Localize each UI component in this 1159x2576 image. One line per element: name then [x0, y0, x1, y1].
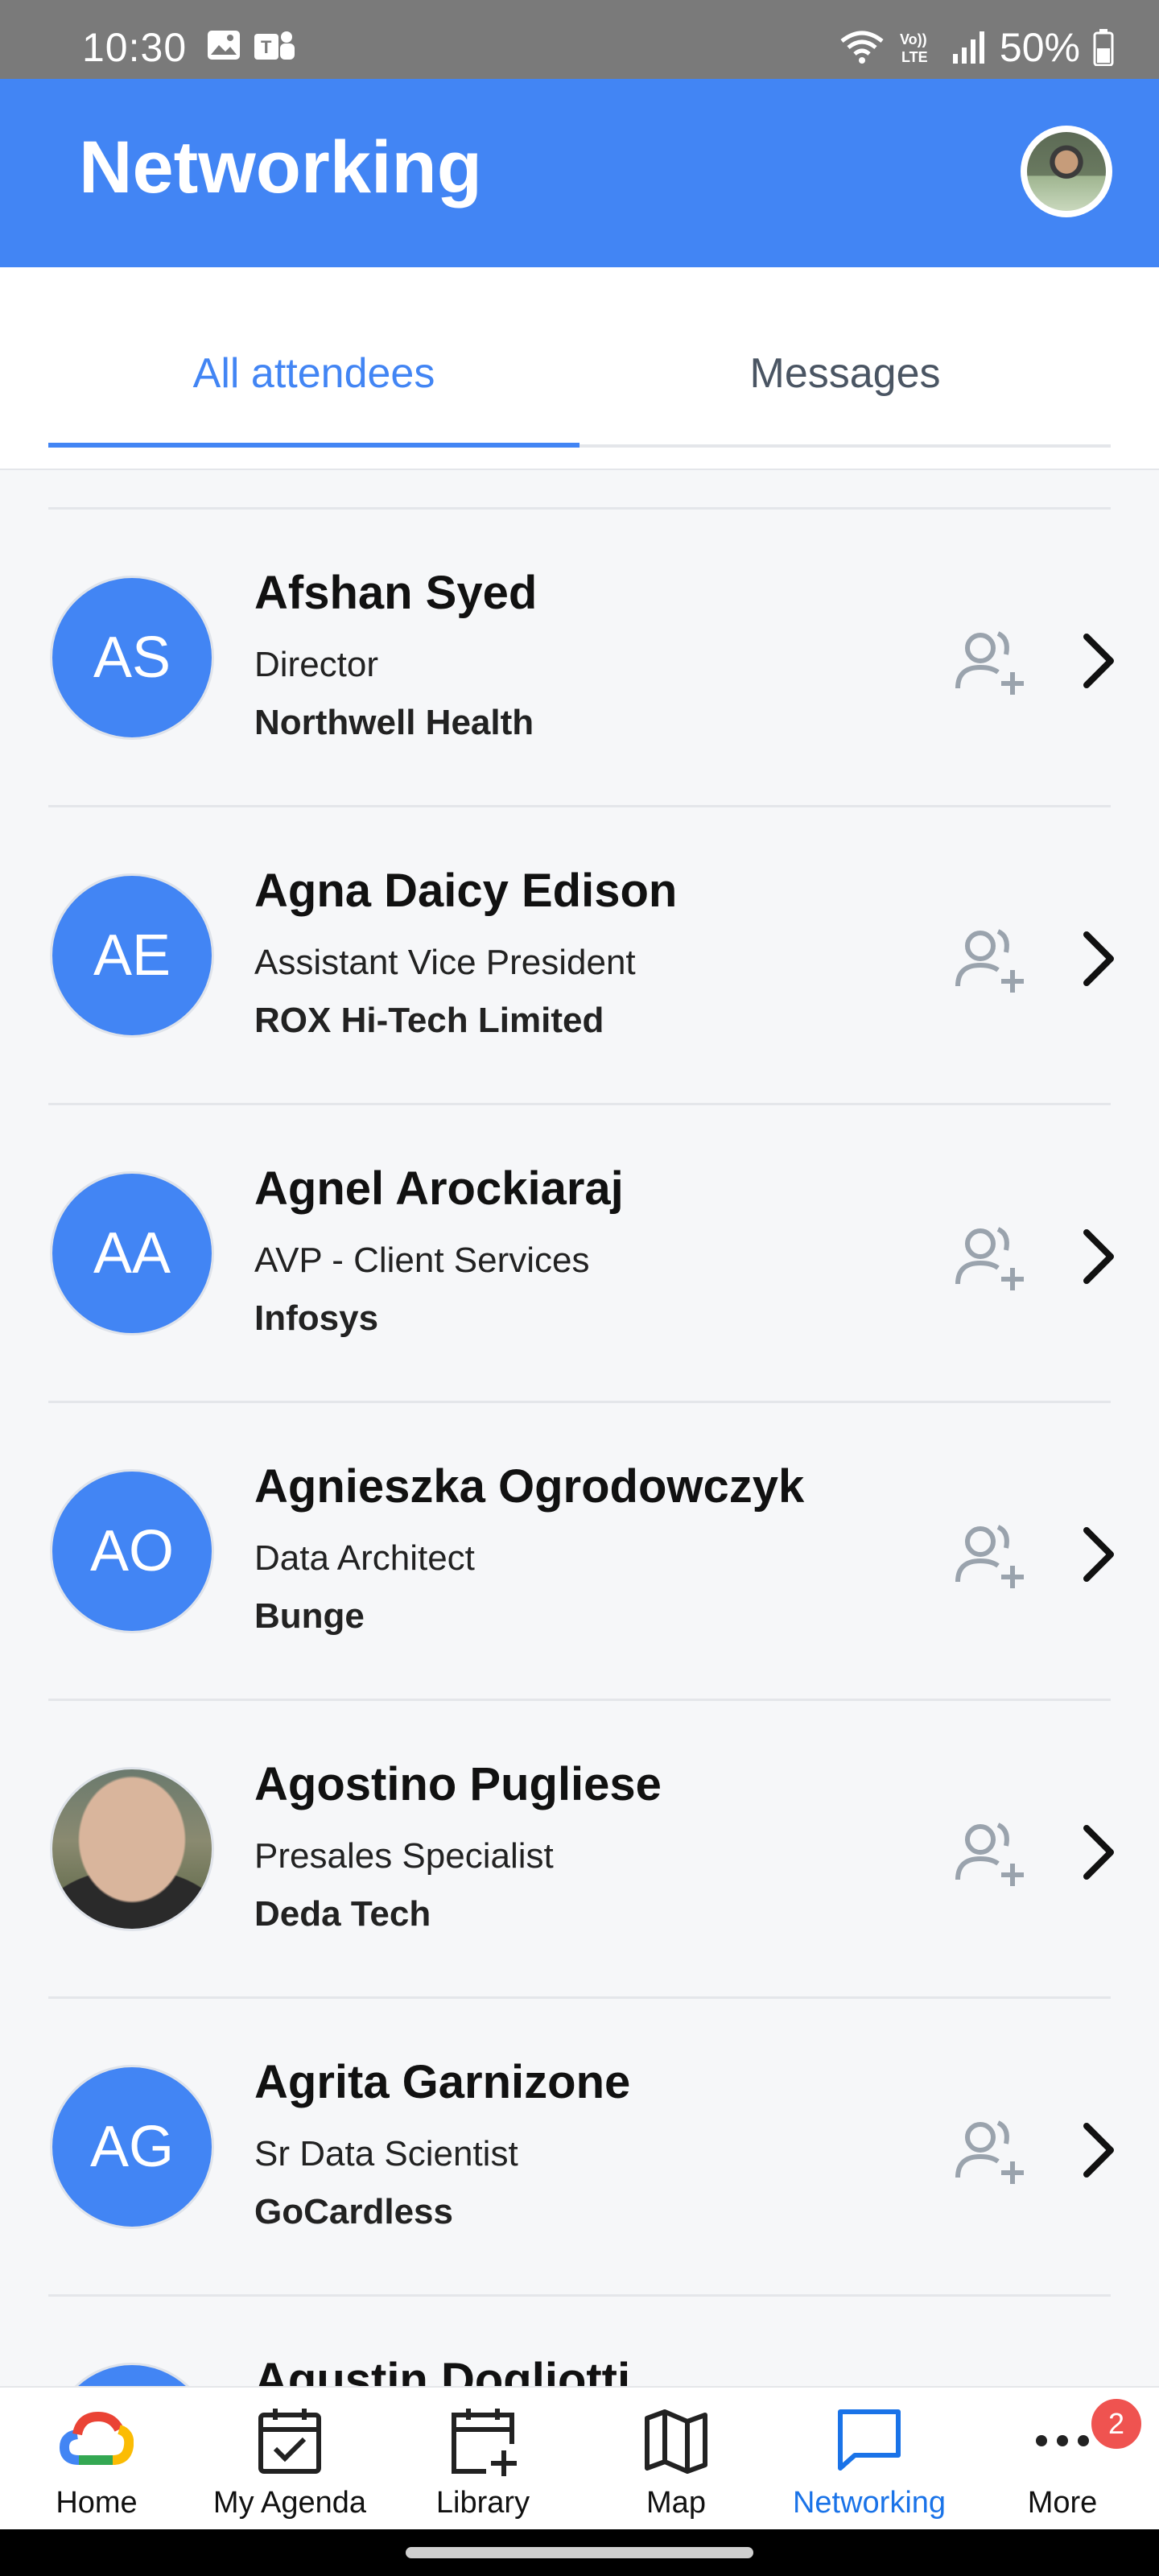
attendee-company: Bunge	[254, 1596, 365, 1636]
chevron-right-icon[interactable]	[1075, 1822, 1120, 1883]
chevron-right-icon[interactable]	[1075, 1524, 1120, 1585]
nav-library[interactable]: Library	[386, 2388, 580, 2531]
nav-label: Library	[435, 2486, 530, 2520]
battery-icon	[1093, 29, 1114, 66]
map-icon	[645, 2409, 707, 2474]
status-left-icons: T	[206, 29, 298, 64]
initials-avatar: AO	[50, 1469, 214, 1633]
home-gesture-handle[interactable]	[406, 2547, 753, 2558]
list-item[interactable]: Agustin Dogliotti	[48, 2294, 1111, 2386]
list-item[interactable]: AA Agnel Arockiaraj AVP - Client Service…	[48, 1103, 1114, 1401]
gallery-icon	[208, 31, 240, 60]
attendee-company: Deda Tech	[254, 1894, 431, 1934]
tab-bar: All attendees Messages	[0, 267, 1159, 470]
nav-my-agenda[interactable]: My Agenda	[193, 2388, 386, 2531]
attendee-role: Data Architect	[254, 1538, 475, 1578]
list-item[interactable]: AG Agrita Garnizone Sr Data Scientist Go…	[48, 1996, 1114, 2294]
teams-icon: T	[254, 31, 295, 60]
nav-networking[interactable]: Networking	[773, 2388, 966, 2531]
attendee-company: Northwell Health	[254, 703, 534, 742]
initials-avatar: AG	[50, 2065, 214, 2229]
calendar-add-icon	[452, 2409, 517, 2476]
nav-label: My Agenda	[212, 2486, 367, 2520]
attendee-company: Infosys	[254, 1298, 379, 1338]
initials-avatar: AE	[50, 873, 214, 1038]
attendee-name: Afshan Syed	[254, 567, 538, 619]
add-contact-icon[interactable]	[953, 1220, 1027, 1294]
attendee-company: GoCardless	[254, 2192, 453, 2231]
attendee-role: Assistant Vice President	[254, 943, 636, 982]
status-time: 10:30	[82, 25, 188, 70]
attendee-name: Agnel Arockiaraj	[254, 1162, 624, 1215]
list-item[interactable]: Agostino Pugliese Presales Specialist De…	[48, 1699, 1114, 1996]
tab-messages[interactable]: Messages	[580, 349, 1111, 398]
nav-label: Map	[646, 2486, 706, 2520]
signal-icon	[952, 31, 984, 64]
page-title: Networking	[79, 126, 482, 208]
attendee-name: Agustin Dogliotti	[254, 2354, 631, 2386]
calendar-check-icon	[258, 2409, 321, 2474]
attendee-role: Director	[254, 645, 379, 684]
initials-avatar	[50, 2363, 214, 2386]
nav-label: Home	[56, 2486, 138, 2520]
active-tab-indicator	[48, 443, 580, 448]
photo-avatar	[50, 1767, 214, 1931]
svg-text:T: T	[261, 37, 272, 57]
chevron-right-icon[interactable]	[1075, 928, 1120, 989]
add-contact-icon[interactable]	[953, 2113, 1027, 2187]
tab-all-attendees[interactable]: All attendees	[48, 349, 580, 398]
list-item[interactable]: AS Afshan Syed Director Northwell Health	[48, 507, 1114, 805]
add-contact-icon[interactable]	[953, 1815, 1027, 1889]
more-dots-icon	[1036, 2435, 1089, 2446]
add-contact-icon[interactable]	[953, 1517, 1027, 1591]
profile-avatar-button[interactable]	[1021, 126, 1112, 217]
volte-icon: Vo)) LTE	[900, 31, 928, 65]
chevron-right-icon[interactable]	[1075, 1226, 1120, 1287]
system-nav-bar	[0, 2529, 1159, 2576]
add-contact-icon[interactable]	[953, 922, 1027, 996]
svg-text:Vo)): Vo))	[900, 31, 927, 47]
attendee-role: Sr Data Scientist	[254, 2134, 518, 2174]
initials-avatar: AS	[50, 576, 214, 740]
add-contact-icon[interactable]	[953, 624, 1027, 698]
attendee-list[interactable]: AS Afshan Syed Director Northwell Health…	[0, 472, 1159, 2386]
nav-map[interactable]: Map	[580, 2388, 773, 2531]
chat-icon	[838, 2409, 901, 2471]
list-item[interactable]: AE Agna Daicy Edison Assistant Vice Pres…	[48, 805, 1114, 1103]
attendee-name: Agnieszka Ogrodowczyk	[254, 1460, 805, 1513]
nav-more[interactable]: 2 More	[966, 2388, 1159, 2531]
status-bar: 10:30 T Vo)) LTE 50%	[0, 0, 1159, 79]
avatar	[1027, 132, 1106, 211]
chevron-right-icon[interactable]	[1075, 630, 1120, 691]
attendee-role: AVP - Client Services	[254, 1241, 590, 1280]
status-right-icons: Vo)) LTE 50%	[839, 24, 1114, 71]
battery-percent: 50%	[999, 25, 1080, 70]
attendee-name: Agostino Pugliese	[254, 1758, 662, 1810]
attendee-name: Agna Daicy Edison	[254, 865, 678, 917]
chevron-right-icon[interactable]	[1075, 2120, 1120, 2181]
bottom-nav: Home My Agenda Library Map Networking 2 …	[0, 2386, 1159, 2529]
attendee-company: ROX Hi-Tech Limited	[254, 1001, 604, 1040]
app-bar: Networking	[0, 79, 1159, 267]
nav-home[interactable]: Home	[0, 2388, 193, 2531]
list-item[interactable]: AO Agnieszka Ogrodowczyk Data Architect …	[48, 1401, 1114, 1699]
attendee-name: Agrita Garnizone	[254, 2056, 631, 2108]
attendee-role: Presales Specialist	[254, 1836, 554, 1876]
svg-text:LTE: LTE	[901, 49, 928, 65]
wifi-icon	[840, 31, 884, 64]
nav-label: Networking	[792, 2486, 947, 2520]
notification-badge: 2	[1088, 2396, 1145, 2452]
nav-label: More	[1027, 2486, 1098, 2520]
initials-avatar: AA	[50, 1171, 214, 1335]
google-cloud-icon	[60, 2411, 134, 2465]
